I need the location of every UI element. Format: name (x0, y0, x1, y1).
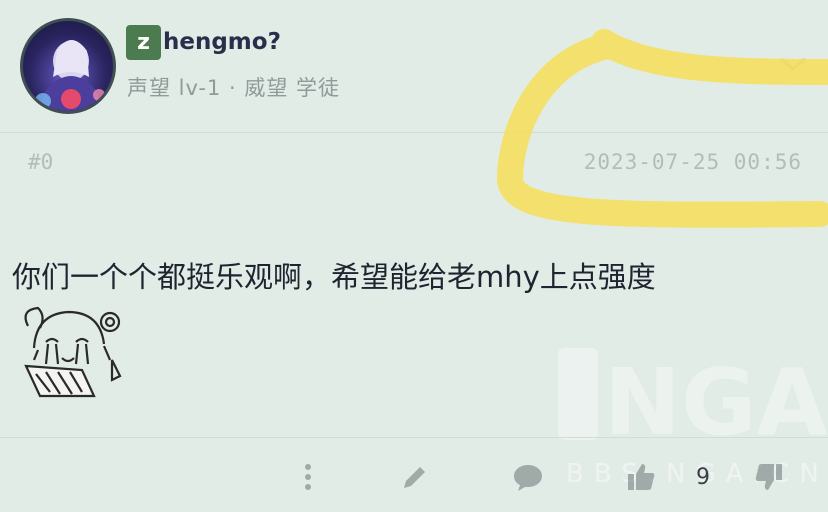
author-name-text: hengmo? (163, 29, 281, 55)
divider (0, 132, 828, 133)
thumbs-down-icon[interactable] (754, 462, 784, 492)
highlight-circle-annotation (497, 29, 828, 228)
more-vertical-icon[interactable] (293, 462, 323, 492)
author-name[interactable]: z hengmo? (126, 22, 281, 62)
avatar-image (35, 40, 105, 111)
thumbs-up-icon[interactable] (626, 462, 656, 492)
author-initial-badge: z (126, 24, 161, 60)
comment-icon[interactable] (512, 462, 544, 492)
crying-sticker-image (24, 306, 122, 398)
floor-number: #0 (28, 150, 54, 174)
post-card: z hengmo? 声望 lv-1 · 威望 学徒 #0 2023-07-25 … (0, 0, 828, 512)
dropdown-chevron-icon[interactable] (778, 52, 808, 76)
nga-watermark-logo: NGA BBS.NGA.CN (558, 348, 828, 489)
watermark-text: NGA (604, 349, 828, 456)
post-timestamp: 2023-07-25 00:56 (583, 150, 802, 174)
author-reputation: 声望 lv-1 · 威望 学徒 (127, 76, 341, 100)
like-count: 9 (696, 465, 710, 490)
divider (0, 437, 828, 438)
post-content: 你们一个个都挺乐观啊，希望能给老mhy上点强度 (12, 260, 656, 294)
avatar[interactable] (20, 18, 116, 114)
edit-pencil-icon[interactable] (400, 462, 430, 492)
